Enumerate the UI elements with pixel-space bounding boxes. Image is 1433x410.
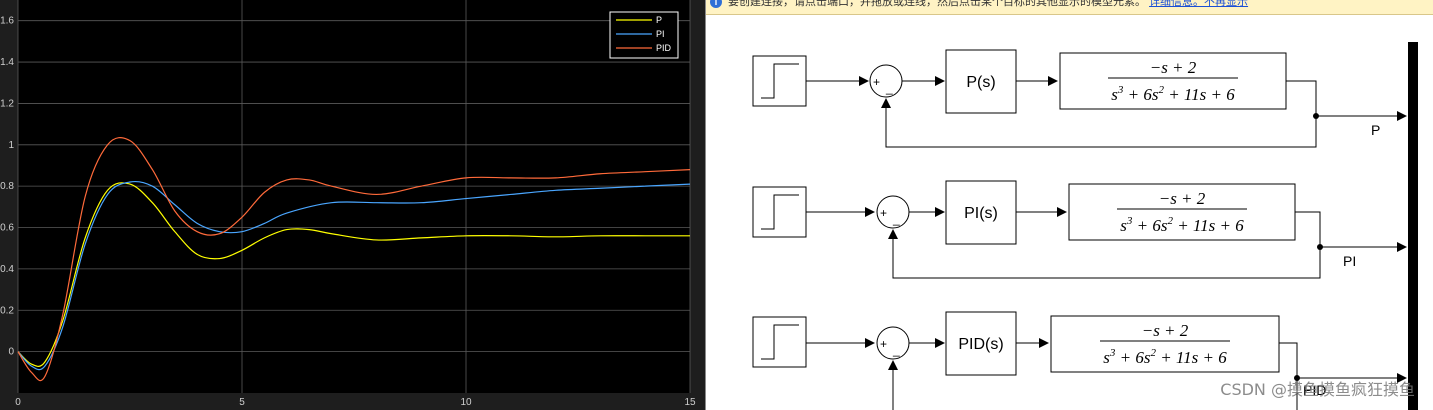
legend[interactable]: P PI PID bbox=[609, 11, 679, 59]
plant-numerator: −s + 2 bbox=[1159, 189, 1206, 208]
wire bbox=[1295, 211, 1321, 247]
y-tick-label: 0.4 bbox=[0, 264, 14, 275]
loop-pi: + _ PI(s) −s + 2 s3 + 6s2 + 11s + 6 PI bbox=[752, 180, 1407, 279]
x-tick-label: 10 bbox=[460, 397, 472, 408]
sum-plus-sign: + bbox=[880, 337, 887, 351]
sum-plus-sign: + bbox=[880, 206, 887, 220]
controller-label: P(s) bbox=[966, 74, 995, 91]
sum-minus-sign: _ bbox=[885, 81, 893, 95]
y-tick-label: 0.8 bbox=[0, 181, 14, 192]
sum-plus-sign: + bbox=[873, 75, 880, 89]
scope-window: 0 0.2 0.4 0.6 0.8 1 1.2 1.4 1.6 0 5 10 15 P PI PID bbox=[0, 0, 705, 410]
plant-denominator: s3 + 6s2 + 11s + 6 bbox=[1120, 215, 1244, 235]
x-tick-label: 0 bbox=[15, 397, 21, 408]
simulink-canvas[interactable]: i 要创建连接，请点击端口，并拖放或连线，然后点击某个目标的其他显示的模型元素。… bbox=[706, 0, 1433, 410]
y-tick-label: 0.2 bbox=[0, 305, 14, 316]
y-tick-label: 1 bbox=[8, 140, 14, 151]
signal-label-p[interactable]: P bbox=[1371, 122, 1380, 138]
block-diagram[interactable]: + _ P(s) −s + 2 s3 + 6s2 + 11s + 6 P + _ bbox=[706, 0, 1433, 410]
loop-p: + _ P(s) −s + 2 s3 + 6s2 + 11s + 6 P bbox=[752, 49, 1407, 148]
y-tick-label: 0.6 bbox=[0, 223, 14, 234]
legend-entry-label: P bbox=[656, 15, 662, 25]
x-tick-label: 5 bbox=[239, 397, 245, 408]
plant-numerator: −s + 2 bbox=[1142, 321, 1189, 340]
legend-entry-label: PI bbox=[656, 29, 665, 39]
scope-plot: 0 0.2 0.4 0.6 0.8 1 1.2 1.4 1.6 0 5 10 15 P PI PID bbox=[0, 0, 696, 408]
plant-numerator: −s + 2 bbox=[1150, 58, 1197, 77]
watermark: CSDN @摸鱼摸鱼疯狂摸鱼 bbox=[1220, 380, 1415, 399]
sum-minus-sign: _ bbox=[892, 343, 900, 357]
y-tick-label: 1.6 bbox=[0, 16, 14, 27]
plant-denominator: s3 + 6s2 + 11s + 6 bbox=[1111, 84, 1235, 104]
y-tick-label: 1.2 bbox=[0, 98, 14, 109]
wire bbox=[1286, 80, 1317, 116]
wire bbox=[1279, 342, 1298, 378]
sum-minus-sign: _ bbox=[892, 212, 900, 226]
plot-area bbox=[18, 0, 690, 393]
legend-entry-label: PID bbox=[656, 43, 672, 53]
mux-block[interactable] bbox=[1408, 42, 1418, 410]
controller-label: PI(s) bbox=[964, 205, 998, 222]
y-tick-label: 1.4 bbox=[0, 57, 14, 68]
x-tick-label: 15 bbox=[684, 397, 696, 408]
plant-denominator: s3 + 6s2 + 11s + 6 bbox=[1103, 347, 1227, 367]
controller-label: PID(s) bbox=[958, 336, 1003, 353]
x-axis-ticks: 0 5 10 15 bbox=[15, 397, 696, 408]
y-tick-label: 0 bbox=[8, 347, 14, 358]
y-axis-ticks: 0 0.2 0.4 0.6 0.8 1 1.2 1.4 1.6 bbox=[0, 16, 14, 358]
signal-label-pi[interactable]: PI bbox=[1343, 253, 1356, 269]
